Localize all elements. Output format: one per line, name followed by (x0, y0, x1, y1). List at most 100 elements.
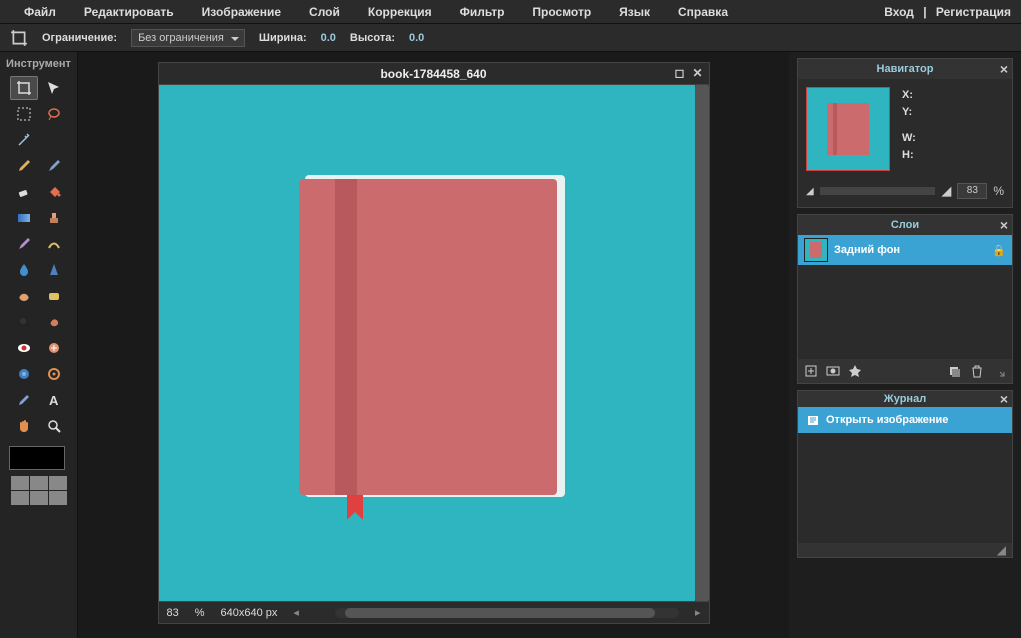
width-value[interactable]: 0.0 (321, 32, 336, 44)
zoomin-icon[interactable]: ◢ (941, 183, 951, 199)
bucket-tool[interactable] (40, 180, 68, 204)
draw-tool[interactable] (40, 232, 68, 256)
menu-lang[interactable]: Язык (605, 5, 664, 19)
document-titlebar[interactable]: book-1784458_640 ◻ ✕ (158, 62, 710, 84)
menu-help[interactable]: Справка (664, 5, 742, 19)
horizontal-scrollbar[interactable] (335, 608, 679, 618)
gradient-tool[interactable] (10, 206, 38, 230)
smudge-tool[interactable] (10, 284, 38, 308)
hand-tool[interactable] (10, 414, 38, 438)
panels: Навигатор × X: Y: W: H: ◢ ◢ 83 % Слои (789, 52, 1021, 638)
fx-icon[interactable] (848, 364, 862, 378)
blur-tool[interactable] (10, 258, 38, 282)
resize-icon[interactable]: ◢ (997, 543, 1006, 557)
history-panel: Журнал × Открыть изображение ◢ (797, 390, 1013, 558)
svg-text:A: A (49, 393, 59, 408)
newlayer-icon[interactable] (804, 364, 818, 378)
layer-row[interactable]: Задний фон 🔒 (798, 235, 1012, 265)
document-status: 83 % 640x640 px ◂ ▸ (158, 602, 710, 624)
redeye-tool[interactable] (10, 336, 38, 360)
merge-icon[interactable] (948, 364, 962, 378)
close-icon[interactable]: × (1000, 217, 1008, 233)
constraint-select[interactable]: Без ограничения (131, 29, 245, 47)
register-link[interactable]: Регистрация (936, 5, 1011, 19)
vertical-scrollbar[interactable] (695, 85, 709, 601)
zoomout-icon[interactable]: ◢ (806, 186, 814, 197)
options-bar: Ограничение: Без ограничения Ширина: 0.0… (0, 24, 1021, 52)
wand-tool[interactable] (10, 128, 38, 152)
toolbox-title: Инструмент (6, 54, 71, 74)
lock-icon[interactable]: 🔒 (992, 244, 1006, 257)
lasso-tool[interactable] (40, 102, 68, 126)
navigator-title: Навигатор (877, 63, 934, 75)
palette-grid[interactable] (11, 476, 67, 505)
eraser-tool[interactable] (10, 180, 38, 204)
picker-tool[interactable] (10, 388, 38, 412)
auth-sep: | (923, 5, 926, 19)
toolbox: Инструмент A (0, 52, 78, 638)
menu-edit[interactable]: Редактировать (70, 5, 188, 19)
canvas-area: book-1784458_640 ◻ ✕ 83 % 640x640 px (78, 52, 789, 638)
zoom-input[interactable]: 83 (957, 183, 987, 199)
doc-dims: 640x640 px (221, 607, 278, 619)
sharpen-tool[interactable] (40, 258, 68, 282)
resize-icon[interactable] (992, 364, 1006, 378)
menu-file[interactable]: Файл (10, 5, 70, 19)
sponge-tool[interactable] (40, 284, 68, 308)
layer-name[interactable]: Задний фон (834, 244, 986, 256)
zoom-pct: % (993, 184, 1004, 198)
menu-filter[interactable]: Фильтр (446, 5, 519, 19)
height-value[interactable]: 0.0 (409, 32, 424, 44)
navigator-info: X: Y: W: H: (902, 87, 916, 171)
navigator-panel: Навигатор × X: Y: W: H: ◢ ◢ 83 % (797, 58, 1013, 208)
brush-tool[interactable] (40, 154, 68, 178)
menu-image[interactable]: Изображение (188, 5, 295, 19)
login-link[interactable]: Вход (884, 5, 914, 19)
menu-view[interactable]: Просмотр (518, 5, 605, 19)
type-tool[interactable]: A (40, 388, 68, 412)
pinch-tool[interactable] (40, 362, 68, 386)
burn-tool[interactable] (40, 310, 68, 334)
clone-tool[interactable] (40, 206, 68, 230)
colorreplace-tool[interactable] (10, 232, 38, 256)
menu-layer[interactable]: Слой (295, 5, 354, 19)
width-label: Ширина: (259, 32, 307, 44)
layers-panel: Слои × Задний фон 🔒 (797, 214, 1013, 384)
zoom-tool[interactable] (40, 414, 68, 438)
spotheal-tool[interactable] (40, 336, 68, 360)
move-tool[interactable] (40, 76, 68, 100)
crop-tool[interactable] (10, 76, 38, 100)
history-label: Открыть изображение (826, 414, 948, 426)
dodge-tool[interactable] (10, 310, 38, 334)
layer-thumb (804, 238, 828, 262)
menu-adjust[interactable]: Коррекция (354, 5, 446, 19)
open-icon (806, 413, 820, 427)
book-image (299, 179, 561, 499)
trash-icon[interactable] (970, 364, 984, 378)
history-item[interactable]: Открыть изображение (798, 407, 1012, 433)
marquee-tool[interactable] (10, 102, 38, 126)
layers-title: Слои (891, 219, 919, 231)
close-icon[interactable]: × (1000, 61, 1008, 77)
crop-icon (10, 29, 28, 47)
document-window: book-1784458_640 ◻ ✕ 83 % 640x640 px (158, 62, 710, 624)
bloat-tool[interactable] (10, 362, 38, 386)
close-icon[interactable]: ✕ (691, 66, 705, 80)
color-swatch[interactable] (9, 446, 69, 470)
zoom-slider[interactable]: ◢ ◢ 83 % (798, 179, 1012, 207)
navigator-thumb[interactable] (806, 87, 890, 171)
zoom-unit: % (195, 607, 205, 619)
pencil-tool[interactable] (10, 154, 38, 178)
height-label: Высота: (350, 32, 395, 44)
mask-icon[interactable] (826, 364, 840, 378)
close-icon[interactable]: × (1000, 391, 1008, 407)
menubar: Файл Редактировать Изображение Слой Корр… (0, 0, 1021, 24)
constraint-label: Ограничение: (42, 32, 117, 44)
layers-footer (798, 359, 1012, 383)
document-title: book-1784458_640 (380, 67, 486, 81)
history-title: Журнал (884, 393, 926, 405)
canvas[interactable] (158, 84, 710, 602)
zoom-value[interactable]: 83 (167, 607, 179, 619)
auth-links: Вход | Регистрация (884, 5, 1011, 19)
maximize-icon[interactable]: ◻ (673, 66, 687, 80)
